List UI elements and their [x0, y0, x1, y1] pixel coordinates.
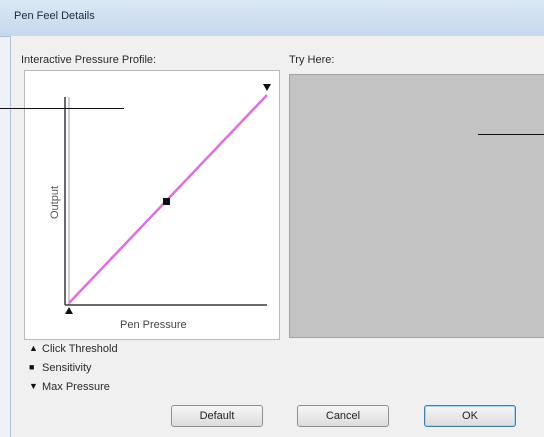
sensitivity-handle[interactable]: [163, 198, 170, 205]
triangle-up-icon: ▲: [29, 343, 38, 353]
cancel-button[interactable]: Cancel: [297, 405, 389, 427]
title-bar[interactable]: Pen Feel Details: [0, 0, 544, 37]
square-icon: ■: [29, 362, 35, 372]
try-here-label: Try Here:: [289, 54, 335, 66]
annotation-line-right: [478, 134, 544, 135]
click-threshold-handle[interactable]: [65, 307, 73, 314]
legend-sensitivity: Sensitivity: [42, 362, 92, 374]
pressure-curve-plot[interactable]: [25, 71, 279, 339]
try-here-area[interactable]: [289, 74, 544, 338]
pressure-profile-label: Interactive Pressure Profile:: [21, 54, 157, 66]
triangle-down-icon: ▼: [29, 381, 38, 391]
legend-max-pressure: Max Pressure: [42, 381, 110, 393]
max-pressure-handle[interactable]: [263, 84, 271, 91]
ok-button[interactable]: OK: [424, 405, 516, 427]
pressure-profile-graph[interactable]: Output Pen Pressure: [24, 70, 280, 340]
window-title: Pen Feel Details: [14, 10, 95, 22]
default-button[interactable]: Default: [171, 405, 263, 427]
x-axis-label: Pen Pressure: [120, 319, 187, 331]
annotation-line-left: [0, 108, 124, 109]
legend-click-threshold: Click Threshold: [42, 343, 118, 355]
y-axis-label: Output: [49, 185, 61, 219]
